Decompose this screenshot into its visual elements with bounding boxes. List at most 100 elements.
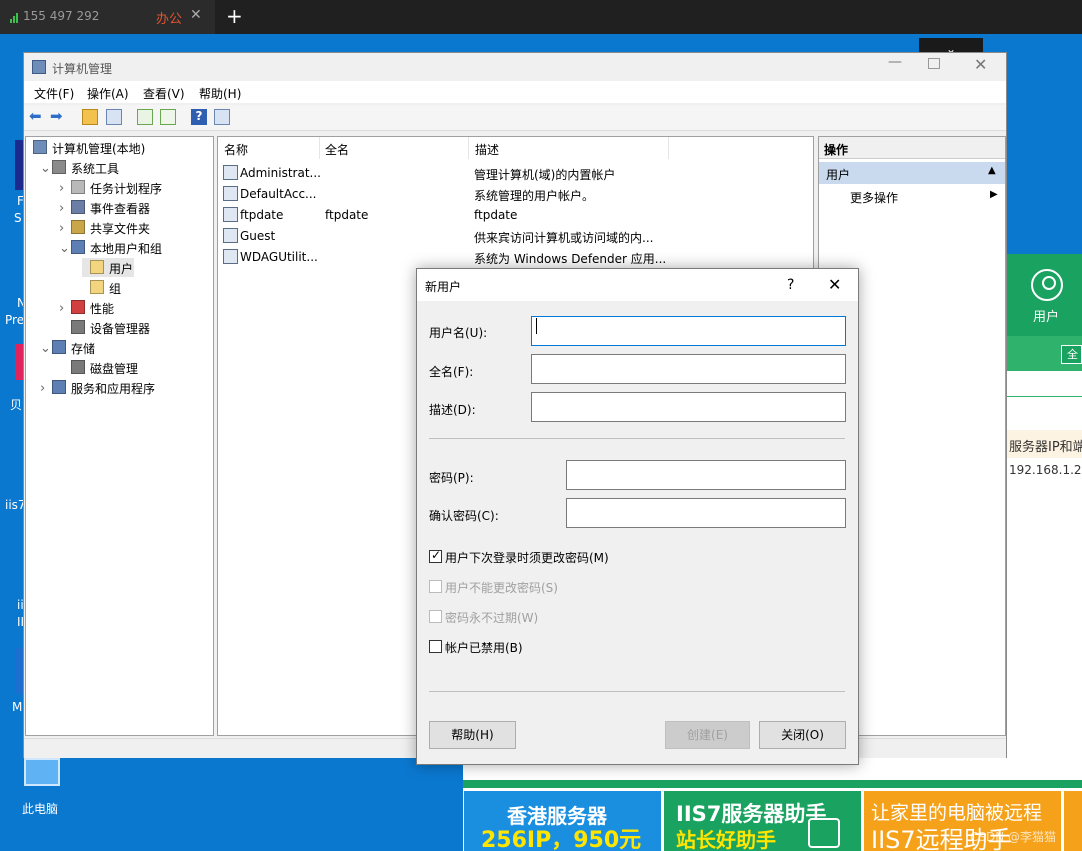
tree-item-label: 服务和应用程序 — [71, 382, 156, 396]
password-never-expires-checkbox[interactable] — [429, 610, 442, 623]
tree-item-label: 性能 — [90, 302, 115, 316]
submenu-arrow-icon: ▶ — [990, 189, 998, 200]
new-tab-icon[interactable]: + — [226, 4, 243, 28]
column-header-name[interactable]: 名称 — [224, 141, 248, 158]
this-pc-label[interactable]: 此电脑 — [22, 800, 58, 817]
column-header-description[interactable]: 描述 — [475, 141, 499, 158]
desktop-icon-label: Pre — [5, 313, 25, 327]
show-tree-icon[interactable] — [106, 109, 122, 125]
tree-item[interactable]: 磁盘管理 — [25, 357, 212, 377]
signal-strength-icon — [10, 13, 20, 23]
chevron-down-icon[interactable]: ⌄ — [40, 341, 51, 356]
cell-desc: 供来宾访问计算机或访问域的内... — [474, 231, 654, 245]
tree-item[interactable]: 组 — [25, 277, 212, 297]
username-label: 用户名(U): — [429, 326, 488, 340]
close-window-button[interactable]: ✕ — [974, 55, 987, 74]
action-more-actions[interactable]: 更多操作 — [850, 189, 898, 206]
must-change-password-label[interactable]: 用户下次登录时须更改密码(M) — [445, 549, 609, 566]
tree-item[interactable]: › 服务和应用程序 — [25, 377, 212, 397]
dialog-title: 新用户 — [425, 280, 462, 294]
forward-arrow-icon[interactable]: ➡ — [50, 109, 66, 125]
export-list-icon[interactable] — [160, 109, 176, 125]
chevron-down-icon[interactable]: ⌄ — [40, 161, 51, 176]
web-all-button[interactable]: 全 — [1061, 345, 1082, 364]
tree-item[interactable]: › 事件查看器 — [25, 197, 212, 217]
checkmark-icon: ✓ — [431, 548, 442, 562]
tree-item-label: 磁盘管理 — [90, 362, 139, 376]
create-button[interactable]: 创建(E) — [665, 721, 750, 749]
column-separator[interactable] — [468, 137, 469, 159]
tree-node-icon — [71, 360, 85, 374]
this-pc-icon[interactable] — [24, 758, 60, 786]
back-arrow-icon[interactable]: ⬅ — [29, 109, 45, 125]
tree-item-label: 事件查看器 — [90, 202, 151, 216]
remote-tab-close-icon[interactable]: ✕ — [190, 7, 202, 23]
show-action-pane-icon[interactable] — [214, 109, 230, 125]
cell-desc: 管理计算机(域)的内置帐户 — [474, 168, 616, 182]
cell-name: DefaultAcc... — [240, 187, 317, 201]
cell-desc: 系统为 Windows Defender 应用... — [474, 252, 667, 266]
tree-item-label: 设备管理器 — [90, 322, 151, 336]
chevron-right-icon[interactable]: › — [59, 201, 64, 216]
collapse-up-icon[interactable]: ▲ — [988, 165, 996, 176]
refresh-icon[interactable] — [137, 109, 153, 125]
table-row[interactable]: WDAGUtilit... 系统为 Windows Defender 应用... — [218, 247, 813, 267]
menu-help[interactable]: 帮助(H) — [199, 85, 241, 102]
remote-tab-label[interactable]: 办公 — [156, 8, 182, 27]
tree-node-icon — [71, 320, 85, 334]
desktop-icon-label: M — [12, 700, 23, 714]
help-button[interactable]: 帮助(H) — [429, 721, 516, 749]
dialog-close-button[interactable]: ✕ — [828, 275, 841, 294]
tree-item[interactable]: 计算机管理(本地) — [25, 137, 212, 157]
account-disabled-checkbox[interactable] — [429, 640, 442, 653]
tree-item[interactable]: › 性能 — [25, 297, 212, 317]
table-row[interactable]: Administrat... 管理计算机(域)的内置帐户 — [218, 163, 813, 183]
confirm-password-input[interactable] — [566, 498, 846, 528]
cannot-change-password-checkbox[interactable] — [429, 580, 442, 593]
chevron-down-icon[interactable]: ⌄ — [59, 241, 70, 256]
tree-item[interactable]: ⌄ 系统工具 — [25, 157, 212, 177]
tree-item[interactable]: ⌄ 本地用户和组 — [25, 237, 212, 257]
cannot-change-password-label[interactable]: 用户不能更改密码(S) — [445, 579, 558, 596]
description-input[interactable] — [531, 392, 846, 422]
user-icon — [1031, 269, 1063, 301]
maximize-button[interactable] — [928, 58, 940, 69]
tree-item[interactable]: ⌄ 存储 — [25, 337, 212, 357]
column-header-fullname[interactable]: 全名 — [325, 141, 349, 158]
password-never-expires-label[interactable]: 密码永不过期(W) — [445, 609, 538, 626]
dialog-help-button[interactable]: ? — [787, 277, 794, 293]
dialog-separator — [429, 438, 845, 439]
up-folder-icon[interactable] — [82, 109, 98, 125]
close-button[interactable]: 关闭(O) — [759, 721, 846, 749]
password-input[interactable] — [566, 460, 846, 490]
column-separator[interactable] — [319, 137, 320, 159]
table-row[interactable]: ftpdate ftpdate ftpdate — [218, 205, 813, 225]
username-input[interactable] — [531, 316, 846, 346]
tree-node-icon — [33, 140, 47, 154]
tree-item[interactable]: › 任务计划程序 — [25, 177, 212, 197]
menu-view[interactable]: 查看(V) — [143, 85, 185, 102]
tree-node-icon — [90, 280, 104, 294]
table-row[interactable]: DefaultAcc... 系统管理的用户帐户。 — [218, 184, 813, 204]
menu-action[interactable]: 操作(A) — [87, 85, 129, 102]
ad-banner-partial[interactable] — [1064, 791, 1082, 851]
tree-item[interactable]: › 共享文件夹 — [25, 217, 212, 237]
tree-item[interactable]: 设备管理器 — [25, 317, 212, 337]
must-change-password-checkbox[interactable]: ✓ — [429, 548, 442, 563]
window-title: 计算机管理 — [52, 62, 113, 76]
cell-name: Guest — [240, 229, 276, 243]
chevron-right-icon[interactable]: › — [59, 221, 64, 236]
help-icon[interactable]: ? — [191, 109, 207, 125]
account-disabled-label[interactable]: 帐户已禁用(B) — [445, 639, 523, 656]
chevron-right-icon[interactable]: › — [59, 181, 64, 196]
chevron-right-icon[interactable]: › — [59, 301, 64, 316]
web-user-label[interactable]: 用户 — [1033, 306, 1059, 325]
fullname-input[interactable] — [531, 354, 846, 384]
tree-item[interactable]: 用户 — [25, 257, 212, 277]
web-table-cell: 192.168.1.24 — [1009, 463, 1082, 477]
table-row[interactable]: Guest 供来宾访问计算机或访问域的内... — [218, 226, 813, 246]
chevron-right-icon[interactable]: › — [40, 381, 45, 396]
column-separator[interactable] — [668, 137, 669, 159]
minimize-button[interactable]: — — [880, 54, 910, 70]
menu-file[interactable]: 文件(F) — [34, 85, 74, 102]
